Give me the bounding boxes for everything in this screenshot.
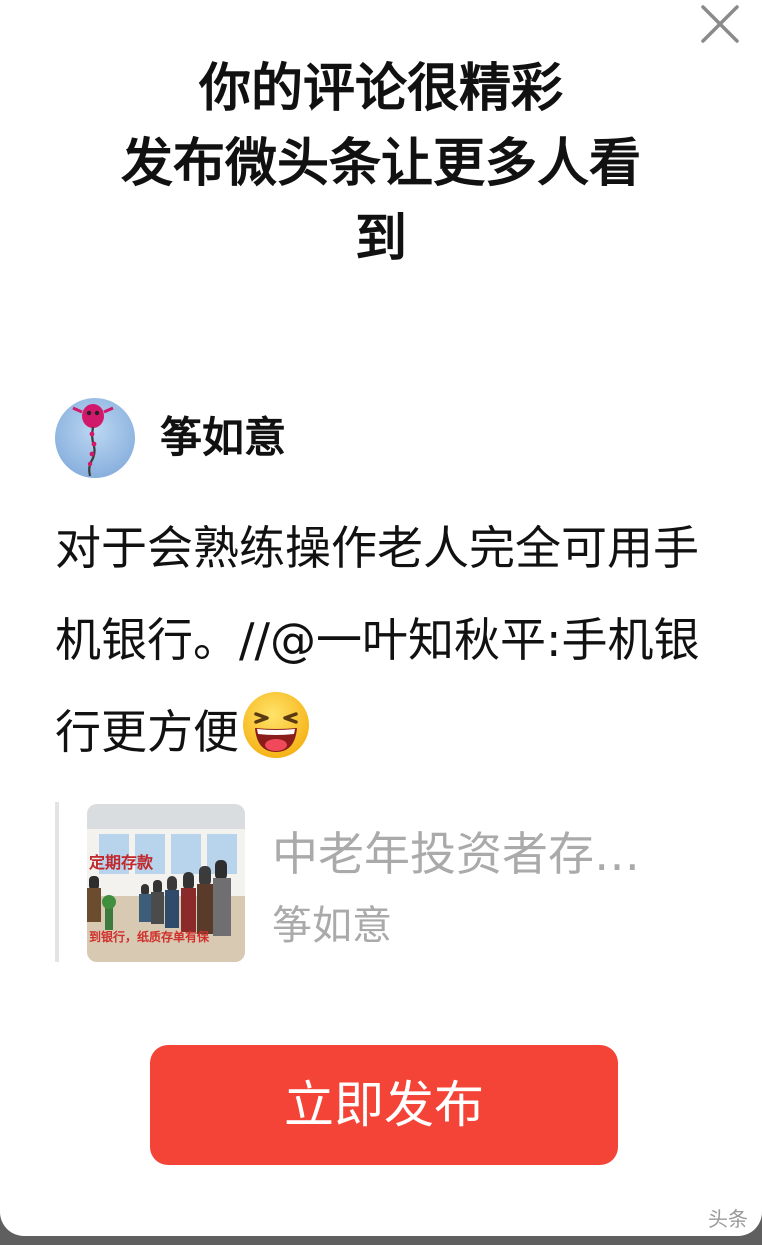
- publish-button[interactable]: 立即发布: [150, 1045, 618, 1165]
- watermark: 头条: [708, 1207, 748, 1231]
- quoted-article-card[interactable]: 定期存款 到银行，纸质存单有保 中老年投资者存… 筝如意: [55, 802, 719, 962]
- close-icon: [701, 5, 739, 43]
- kite-avatar-icon: [55, 398, 135, 478]
- laughing-emoji-icon: [241, 690, 311, 760]
- article-thumbnail: 定期存款 到银行，纸质存单有保: [87, 804, 245, 962]
- quote-author: 筝如意: [272, 903, 392, 949]
- title-line-2: 发布微头条让更多人看: [120, 134, 641, 194]
- comment-text: 对于会熟练操作老人完全可用手机银行。//@一叶知秋平:手机银行更方便: [55, 502, 705, 778]
- author-name: 筝如意: [160, 413, 287, 462]
- publish-dialog: 你的评论很精彩 发布微头条让更多人看 到 筝如意 对于会熟练操作老人完全可用手机…: [0, 0, 762, 1236]
- thumbnail-caption-1: 定期存款: [88, 853, 154, 872]
- title-line-1: 你的评论很精彩: [198, 59, 563, 119]
- close-button[interactable]: [700, 4, 740, 44]
- quote-title: 中老年投资者存…: [272, 827, 640, 881]
- title-line-3: 到: [354, 209, 407, 269]
- thumbnail-caption-2: 到银行，纸质存单有保: [89, 929, 210, 944]
- comment-body: 对于会熟练操作老人完全可用手机银行。//@一叶知秋平:手机银行更方便: [55, 521, 700, 759]
- avatar: [55, 398, 135, 478]
- dialog-title: 你的评论很精彩 发布微头条让更多人看 到: [40, 52, 722, 277]
